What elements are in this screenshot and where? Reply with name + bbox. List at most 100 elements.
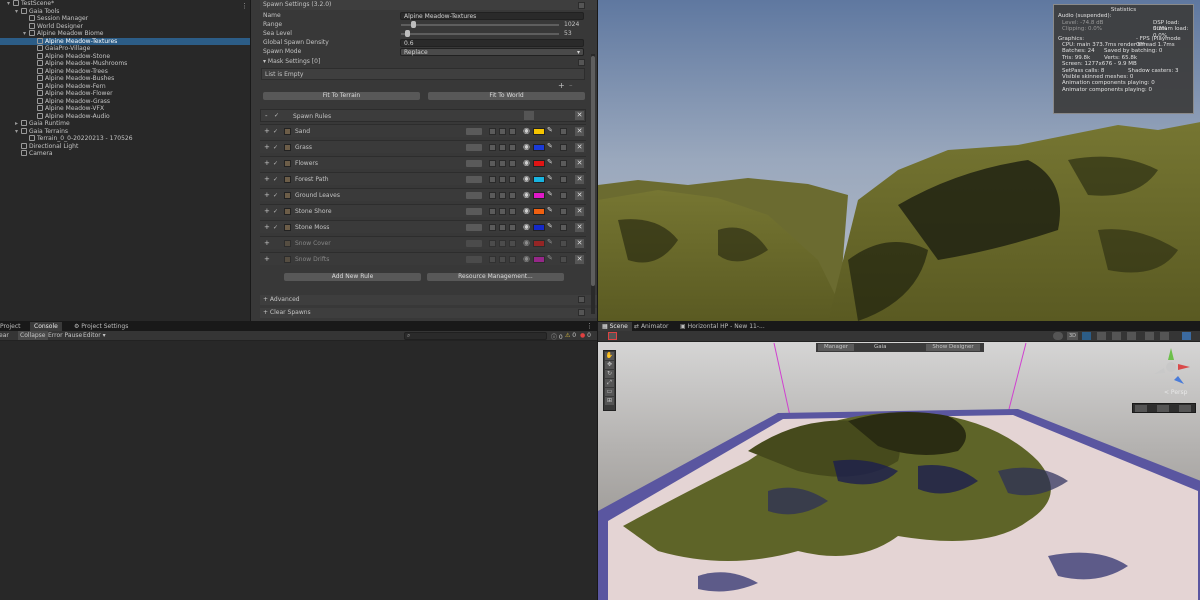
copy-icon[interactable] — [499, 160, 506, 167]
remove-rule-button[interactable]: ✕ — [575, 239, 584, 248]
reorder-arrows-icon[interactable] — [466, 256, 482, 263]
reorder-arrows-icon[interactable] — [466, 192, 482, 199]
eyedropper-icon[interactable]: ✎ — [547, 254, 553, 262]
reorder-arrows-icon[interactable] — [466, 160, 482, 167]
eye-icon[interactable]: ◉ — [523, 206, 530, 215]
help-icon[interactable] — [578, 2, 585, 9]
paste-icon[interactable] — [509, 160, 516, 167]
editor-dropdown[interactable]: Editor ▾ — [83, 332, 106, 339]
enabled-checkbox[interactable]: ✓ — [273, 141, 278, 154]
hierarchy-item[interactable]: Alpine Meadow-Bushes — [0, 75, 250, 82]
copy-icon[interactable] — [499, 224, 506, 231]
remove-rule-button[interactable]: ✕ — [575, 255, 584, 264]
help-icon[interactable] — [560, 128, 567, 135]
resource-management-button[interactable]: Resource Management... — [427, 273, 564, 281]
eye-icon[interactable]: ◉ — [523, 174, 530, 183]
collapse-icon[interactable]: - — [265, 112, 268, 120]
spawn-rule-row[interactable]: + ✓ Sand ◉ ✎ ✕ — [260, 124, 586, 137]
reorder-arrows-icon[interactable] — [466, 128, 482, 135]
expand-icon[interactable]: + — [264, 221, 270, 234]
enabled-checkbox[interactable]: ✓ — [273, 205, 278, 218]
paste-icon[interactable] — [509, 240, 516, 247]
name-field[interactable]: Alpine Meadow-Textures — [400, 12, 584, 20]
audio-icon[interactable] — [1097, 332, 1106, 340]
hierarchy-item[interactable]: Alpine Meadow-Grass — [0, 97, 250, 105]
rule-color-swatch[interactable] — [533, 208, 545, 215]
eyedropper-icon[interactable]: ✎ — [547, 190, 553, 198]
add-mask-icon[interactable]: + — [558, 81, 565, 90]
eyedropper-icon[interactable]: ✎ — [547, 238, 553, 246]
help-icon[interactable] — [560, 176, 567, 183]
eyedropper-icon[interactable]: ✎ — [547, 206, 553, 214]
rotate-tool-icon[interactable]: ↻ — [605, 370, 614, 378]
orientation-gizmo[interactable] — [1150, 346, 1192, 388]
clear-help-icon[interactable] — [578, 309, 585, 316]
hierarchy-item[interactable]: ▾ TestScene* — [0, 0, 250, 7]
camera-icon[interactable] — [1145, 332, 1154, 340]
transform-tool-icon[interactable]: ⊞ — [605, 397, 614, 405]
reorder-arrows-icon[interactable] — [466, 224, 482, 231]
eye-icon[interactable]: ◉ — [523, 238, 530, 247]
remove-rule-button[interactable]: ✕ — [575, 223, 584, 232]
check-all-icon[interactable]: ✓ — [274, 112, 279, 119]
move-tool-icon[interactable]: ✥ — [605, 361, 614, 369]
paste-icon[interactable] — [509, 176, 516, 183]
hierarchy-item[interactable]: Terrain_0_0-20220213 - 170526 — [0, 135, 250, 142]
mask-help-icon[interactable] — [578, 59, 585, 66]
help-icon[interactable] — [560, 256, 567, 263]
duplicate-icon[interactable] — [489, 224, 496, 231]
spawn-rule-row[interactable]: + Snow Drifts ◉ ✎ ✕ — [260, 252, 586, 265]
sea-level-value[interactable]: 53 — [564, 30, 572, 38]
range-slider-handle[interactable] — [411, 21, 416, 28]
spawn-rule-row[interactable]: + ✓ Grass ◉ ✎ ✕ — [260, 140, 586, 153]
duplicate-icon[interactable] — [489, 256, 496, 263]
fit-to-terrain-button[interactable]: Fit To Terrain — [263, 92, 420, 100]
eye-icon[interactable]: ◉ — [523, 254, 530, 263]
paste-icon[interactable] — [509, 208, 516, 215]
eyedropper-icon[interactable]: ✎ — [547, 158, 553, 166]
more-options-icon[interactable]: ⋮ — [586, 322, 593, 330]
expand-icon[interactable]: + — [264, 237, 270, 250]
rule-color-swatch[interactable] — [533, 256, 545, 263]
paste-icon[interactable] — [509, 256, 516, 263]
hierarchy-item[interactable]: ▾ Alpine Meadow Biome — [0, 30, 250, 37]
hierarchy-item[interactable]: GaiaPro-Village — [0, 45, 250, 52]
hierarchy-item[interactable]: ▸ Gaia Runtime — [0, 120, 250, 127]
hierarchy-item[interactable]: Alpine Meadow-Textures — [0, 37, 250, 45]
expand-icon[interactable]: + — [264, 141, 270, 154]
eyedropper-icon[interactable]: ✎ — [547, 126, 553, 134]
expand-icon[interactable]: + — [264, 253, 270, 266]
tab-project[interactable]: Project — [0, 322, 25, 331]
hierarchy-item[interactable]: Alpine Meadow-Audio — [0, 112, 250, 120]
rule-color-swatch[interactable] — [533, 144, 545, 151]
hierarchy-item[interactable]: ▾ Gaia Terrains — [0, 127, 250, 135]
remove-rule-button[interactable]: ✕ — [575, 127, 584, 136]
tab-animator[interactable]: ⇄ Animator — [630, 322, 673, 331]
info-count[interactable]: ⓘ 0 — [551, 332, 563, 341]
copy-icon[interactable] — [499, 192, 506, 199]
copy-icon[interactable] — [499, 144, 506, 151]
copy-icon[interactable] — [499, 176, 506, 183]
gizmos-icon[interactable] — [1160, 332, 1169, 340]
show-designer-button[interactable]: Show Designer — [926, 344, 980, 351]
grid-snap-icon[interactable] — [1135, 405, 1147, 412]
expand-icon[interactable]: + — [264, 205, 270, 218]
paste-icon[interactable] — [509, 128, 516, 135]
remove-rule-button[interactable]: ✕ — [575, 143, 584, 152]
spawn-rule-row[interactable]: + ✓ Ground Leaves ◉ ✎ ✕ — [260, 188, 586, 201]
add-new-rule-button[interactable]: Add New Rule — [284, 273, 421, 281]
eyedropper-icon[interactable]: ✎ — [547, 174, 553, 182]
tab-console[interactable]: Console — [30, 322, 62, 331]
reorder-arrows-icon[interactable] — [466, 240, 482, 247]
help-icon[interactable] — [560, 160, 567, 167]
remove-mask-icon[interactable]: – — [569, 81, 573, 89]
visibility-all-icon[interactable] — [524, 111, 534, 120]
align-icon[interactable] — [1179, 405, 1191, 412]
eyedropper-icon[interactable]: ✎ — [547, 222, 553, 230]
hierarchy-item[interactable]: World Designer — [0, 22, 250, 30]
mask-settings-foldout[interactable]: ▾ Mask Settings [0] — [263, 58, 320, 66]
range-value[interactable]: 1024 — [564, 21, 579, 29]
paste-icon[interactable] — [509, 192, 516, 199]
sea-level-slider-handle[interactable] — [405, 30, 410, 37]
remove-rule-button[interactable]: ✕ — [575, 191, 584, 200]
